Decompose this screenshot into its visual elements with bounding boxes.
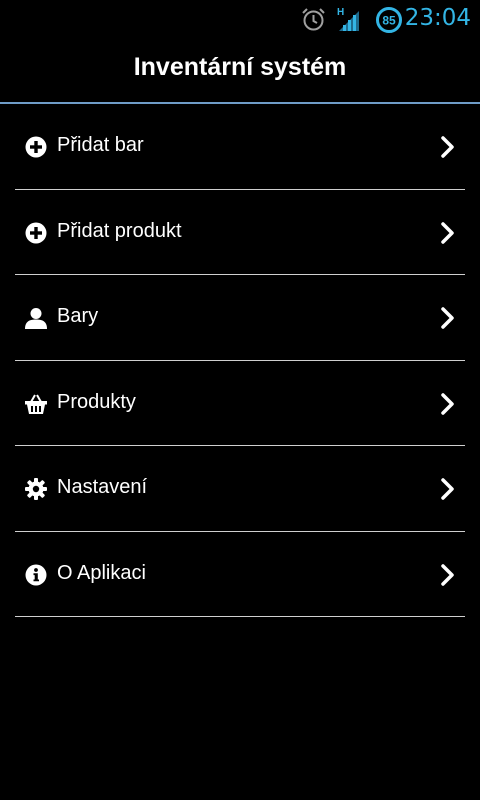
menu-item-products[interactable]: Produkty xyxy=(15,361,465,446)
info-icon xyxy=(25,564,47,586)
signal-icon: H xyxy=(337,5,361,37)
menu-item-bars[interactable]: Bary xyxy=(15,275,465,361)
menu-item-label: Přidat bar xyxy=(57,134,144,156)
chevron-right-icon xyxy=(439,221,455,244)
action-bar: Inventární systém xyxy=(0,38,480,102)
menu-item-about[interactable]: O Aplikaci xyxy=(15,532,465,617)
alarm-icon xyxy=(301,7,326,37)
chevron-right-icon xyxy=(439,563,455,586)
basket-icon xyxy=(25,393,47,415)
page-title: Inventární systém xyxy=(133,53,347,81)
status-clock: 23:04 xyxy=(404,5,471,31)
main-menu: Přidat bar Přidat produkt Bary Produkty … xyxy=(15,104,465,617)
menu-item-label: Přidat produkt xyxy=(57,219,182,242)
menu-item-label: Produkty xyxy=(57,390,136,413)
battery-icon: 85 xyxy=(375,6,403,39)
chevron-right-icon xyxy=(439,478,455,500)
plus-circle-icon xyxy=(25,222,47,244)
menu-item-label: Bary xyxy=(57,305,99,327)
plus-circle-icon xyxy=(25,136,47,158)
status-bar: H 85 23:04 xyxy=(0,0,480,38)
battery-level-label: 85 xyxy=(382,14,396,28)
menu-item-label: Nastavení xyxy=(57,476,148,498)
person-icon xyxy=(25,307,47,329)
menu-item-add-bar[interactable]: Přidat bar xyxy=(15,104,465,190)
menu-item-label: O Aplikaci xyxy=(57,561,146,584)
chevron-right-icon xyxy=(439,392,455,415)
network-type-label: H xyxy=(337,7,344,18)
menu-item-settings[interactable]: Nastavení xyxy=(15,446,465,532)
gear-icon xyxy=(25,478,47,500)
menu-item-add-product[interactable]: Přidat produkt xyxy=(15,190,465,275)
chevron-right-icon xyxy=(439,136,455,158)
chevron-right-icon xyxy=(439,307,455,329)
